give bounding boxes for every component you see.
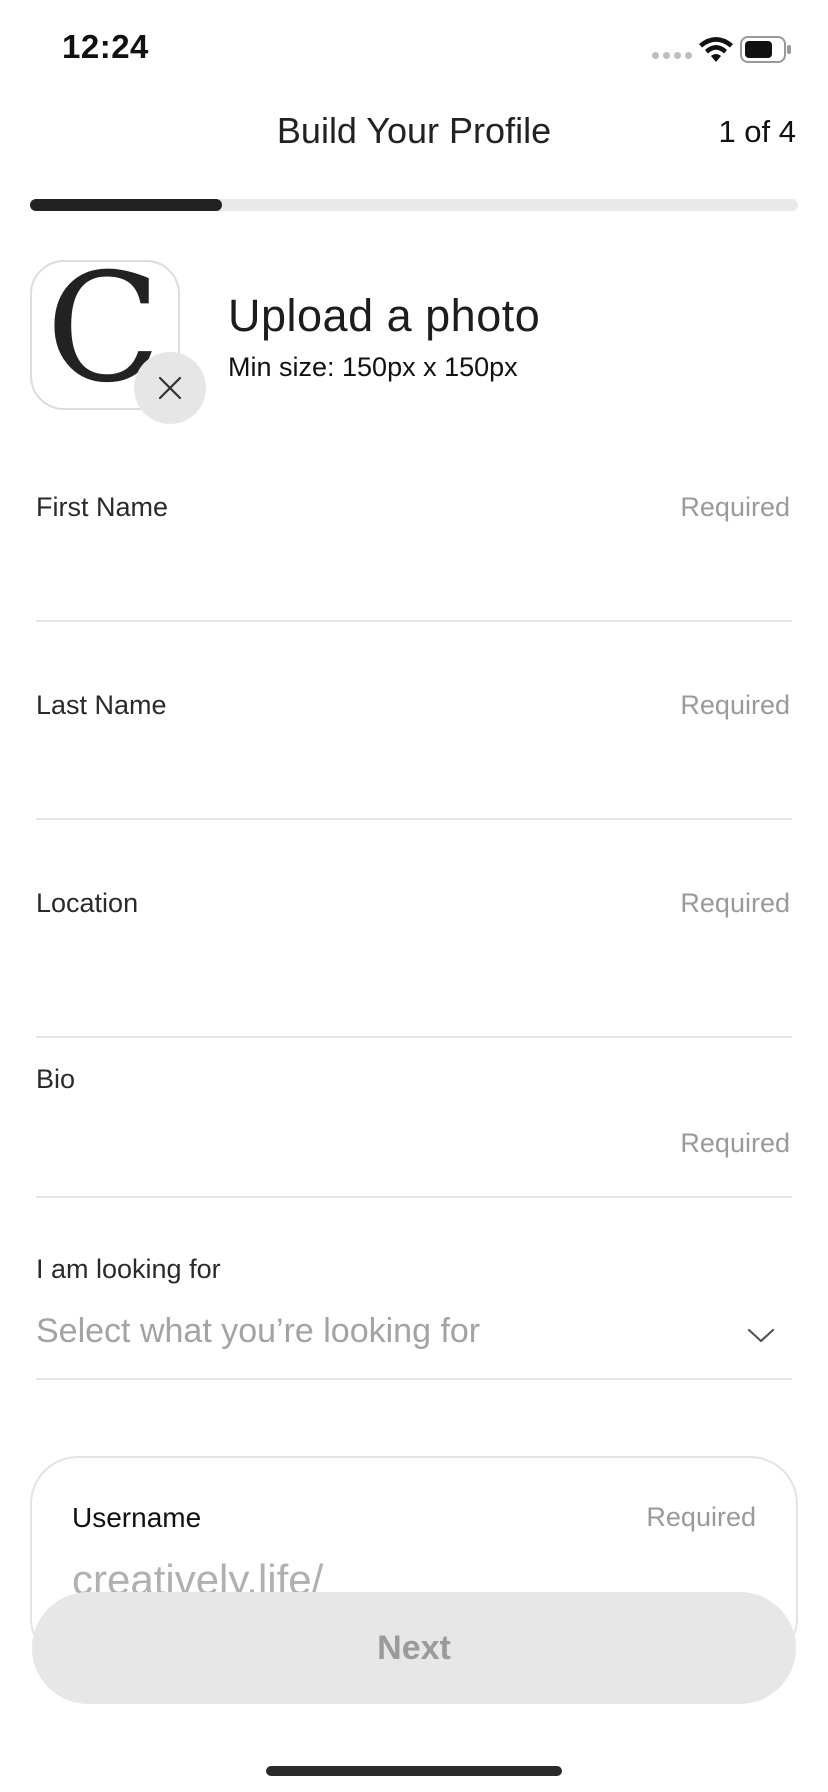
looking-for-label: I am looking for	[36, 1254, 221, 1284]
username-label: Username	[72, 1502, 202, 1533]
remove-photo-button[interactable]	[134, 352, 206, 424]
signal-dots-icon	[652, 52, 692, 59]
location-input[interactable]	[36, 956, 792, 1026]
battery-icon	[740, 36, 791, 63]
first-name-required: Required	[680, 492, 790, 522]
upload-photo-link[interactable]: Upload a photo	[228, 290, 540, 342]
username-required: Required	[646, 1502, 756, 1532]
chevron-down-icon[interactable]	[746, 1326, 776, 1346]
status-time: 12:24	[62, 28, 149, 65]
progress-bar	[30, 199, 798, 211]
first-name-input[interactable]	[36, 550, 792, 610]
bio-required: Required	[680, 1128, 790, 1158]
first-name-label: First Name	[36, 492, 169, 522]
next-button[interactable]: Next	[32, 1592, 796, 1704]
looking-for-select[interactable]: Select what you’re looking for	[36, 1312, 480, 1351]
first-name-field: First Name Required	[36, 480, 792, 622]
step-counter: 1 of 4	[718, 114, 796, 149]
close-icon	[158, 376, 182, 400]
last-name-required: Required	[680, 690, 790, 720]
status-bar: 12:24	[0, 0, 828, 100]
upload-photo-hint: Min size: 150px x 150px	[228, 352, 518, 382]
progress-bar-fill	[30, 199, 222, 211]
bio-label: Bio	[36, 1064, 76, 1094]
last-name-field: Last Name Required	[36, 678, 792, 820]
location-required: Required	[680, 888, 790, 918]
bio-field: Bio Required	[36, 1048, 792, 1198]
wifi-icon	[699, 37, 733, 62]
home-indicator[interactable]	[266, 1766, 562, 1776]
looking-for-field[interactable]: I am looking for Select what you’re look…	[36, 1238, 792, 1380]
location-label: Location	[36, 888, 139, 918]
bio-input[interactable]	[36, 1108, 636, 1186]
page-title: Build Your Profile	[276, 110, 552, 151]
location-field: Location Required	[36, 876, 792, 1038]
last-name-label: Last Name	[36, 690, 167, 720]
last-name-input[interactable]	[36, 748, 792, 808]
